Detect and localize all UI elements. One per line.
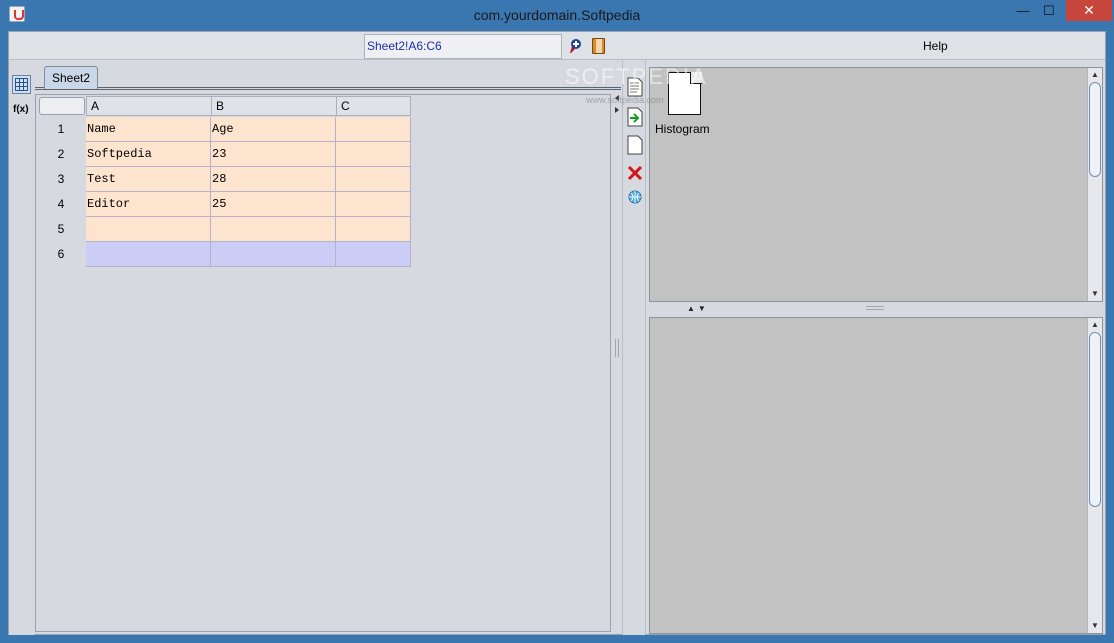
scroll-down-arrow-icon[interactable]: ▼ xyxy=(1088,619,1102,633)
column-header-c[interactable]: C xyxy=(336,96,411,116)
cell-a1[interactable]: Name xyxy=(86,117,211,142)
title-bar[interactable]: com.yourdomain.Softpedia — ☐ ✕ xyxy=(0,0,1114,31)
tab-sheet2[interactable]: Sheet2 xyxy=(44,66,98,89)
left-toolbar: f(x) xyxy=(9,61,34,635)
horizontal-splitter[interactable]: ▲▼ xyxy=(647,303,1105,315)
cell-a6[interactable] xyxy=(86,242,211,267)
cell-c4[interactable] xyxy=(336,192,411,217)
export-arrow-icon[interactable] xyxy=(627,107,643,127)
window-title: com.yourdomain.Softpedia xyxy=(473,7,641,23)
splitter-grip[interactable] xyxy=(866,306,884,310)
cell-b3[interactable]: 28 xyxy=(211,167,336,192)
scroll-up-arrow-icon[interactable]: ▲ xyxy=(1088,318,1102,332)
book-icon[interactable] xyxy=(592,38,605,54)
document-list-icon[interactable] xyxy=(627,77,643,97)
right-pane: Histogram ▲ ▼ ▲▼ ▲ ▼ xyxy=(647,61,1105,635)
row-header[interactable]: 5 xyxy=(36,217,86,242)
cell-reference-field[interactable]: Sheet2!A6:C6 xyxy=(364,34,562,59)
maximize-button[interactable]: ☐ xyxy=(1036,0,1062,22)
output-panel: ▲ ▼ xyxy=(649,317,1103,634)
select-all-corner[interactable] xyxy=(39,97,85,115)
cell-b1[interactable]: Age xyxy=(211,117,336,142)
cell-b2[interactable]: 23 xyxy=(211,142,336,167)
cell-b4[interactable]: 25 xyxy=(211,192,336,217)
row-header[interactable]: 1 xyxy=(36,117,86,142)
function-icon[interactable]: f(x) xyxy=(13,104,29,115)
tool-column xyxy=(622,61,646,635)
cell-a2[interactable]: Softpedia xyxy=(86,142,211,167)
cell-b5[interactable] xyxy=(211,217,336,242)
delete-icon[interactable] xyxy=(627,163,643,183)
cell-c1[interactable] xyxy=(336,117,411,142)
document-fold xyxy=(690,72,702,84)
scroll-up-arrow-icon[interactable]: ▲ xyxy=(1088,68,1102,82)
row-header[interactable]: 2 xyxy=(36,142,86,167)
histogram-item-label[interactable]: Histogram xyxy=(655,122,710,136)
scrollbar-vertical[interactable]: ▲ ▼ xyxy=(1087,68,1102,301)
menu-help[interactable]: Help xyxy=(923,39,948,53)
vertical-splitter[interactable] xyxy=(612,61,622,635)
cell-a4[interactable]: Editor xyxy=(86,192,211,217)
sheet-tabs: Sheet2 xyxy=(35,61,621,90)
analysis-list-panel: Histogram ▲ ▼ xyxy=(649,67,1103,302)
scroll-thumb[interactable] xyxy=(1089,82,1101,177)
minimize-button[interactable]: — xyxy=(1010,0,1036,22)
cell-c6[interactable] xyxy=(336,242,411,267)
application-window: com.yourdomain.Softpedia — ☐ ✕ Sheet2!A6… xyxy=(0,0,1114,643)
ribbon-icon[interactable] xyxy=(567,38,583,54)
cell-c3[interactable] xyxy=(336,167,411,192)
close-button[interactable]: ✕ xyxy=(1066,0,1112,21)
scrollbar-vertical[interactable]: ▲ ▼ xyxy=(1087,318,1102,633)
menu-bar: Sheet2!A6:C6 Help xyxy=(9,32,1105,60)
client-area: Sheet2!A6:C6 Help f(x) Sheet2 A B C 1 Na… xyxy=(8,31,1106,635)
splitter-grip[interactable] xyxy=(615,339,619,357)
cell-a5[interactable] xyxy=(86,217,211,242)
cell-b6[interactable] xyxy=(211,242,336,267)
row-header[interactable]: 3 xyxy=(36,167,86,192)
globe-icon[interactable] xyxy=(627,187,643,207)
spreadsheet-icon[interactable] xyxy=(12,75,31,94)
cell-a3[interactable]: Test xyxy=(86,167,211,192)
column-header-a[interactable]: A xyxy=(86,96,212,116)
spreadsheet-grid[interactable]: A B C 1 Name Age 2 Softpedia 23 3 Test 2… xyxy=(35,94,611,632)
column-header-b[interactable]: B xyxy=(211,96,337,116)
splitter-arrows-icon[interactable]: ▲▼ xyxy=(687,304,709,313)
collapse-right-arrow-icon[interactable] xyxy=(615,107,619,113)
row-header[interactable]: 4 xyxy=(36,192,86,217)
blank-page-icon[interactable] xyxy=(627,135,643,155)
cell-c2[interactable] xyxy=(336,142,411,167)
scroll-down-arrow-icon[interactable]: ▼ xyxy=(1088,287,1102,301)
cell-c5[interactable] xyxy=(336,217,411,242)
row-header[interactable]: 6 xyxy=(36,242,86,267)
collapse-left-arrow-icon[interactable] xyxy=(615,95,619,101)
spreadsheet-area: Sheet2 A B C 1 Name Age 2 Softpedia 23 3… xyxy=(35,61,621,635)
scroll-thumb[interactable] xyxy=(1089,332,1101,507)
